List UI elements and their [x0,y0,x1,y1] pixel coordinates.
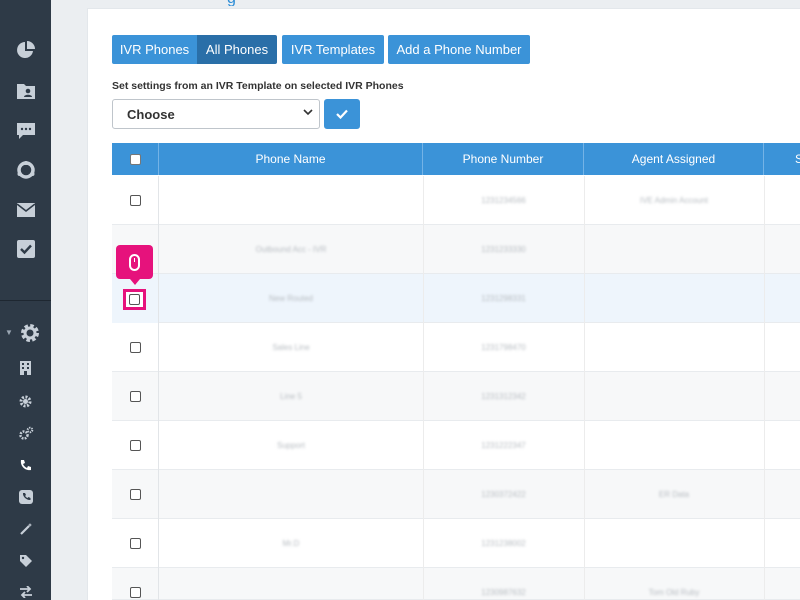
column-divider [764,372,765,421]
cell-phone-name: New Routed [268,294,314,303]
row-checkbox-cell [112,519,159,568]
column-divider [764,568,765,600]
table-row-selected[interactable]: New Routed 1231298331 [112,274,800,323]
column-agent-assigned[interactable]: Agent Assigned [584,143,764,175]
mail-icon[interactable] [0,200,51,220]
cell-agent [584,372,764,421]
magic-wand-icon[interactable] [0,521,51,537]
column-divider [764,519,765,568]
settings-label: Set settings from an IVR Template on sel… [112,80,404,92]
column-divider [764,323,765,372]
row-checkbox-highlighted[interactable] [123,289,146,310]
cell-phone-name: Sales Line [272,343,310,352]
cell-phone-number: 1231798470 [481,343,526,352]
column-s[interactable]: S [764,143,800,175]
row-checkbox-cell [112,470,159,519]
chat-icon[interactable] [0,120,51,142]
table-row[interactable]: Outbound Acc - IVR 1231233330 [112,225,800,274]
cell-phone-number: 1231312342 [481,392,526,401]
cell-agent: ER Data [658,490,690,499]
column-divider [764,274,765,323]
column-phone-number[interactable]: Phone Number [423,143,584,175]
apply-template-button[interactable] [324,99,360,129]
gears-icon[interactable] [0,425,51,443]
row-checkbox-cell [112,421,159,470]
lifebuoy-icon[interactable] [0,158,51,182]
cell-phone-number: 1231233330 [481,245,526,254]
phone-icon[interactable] [0,457,51,473]
row-checkbox-cell [112,568,159,600]
ivr-templates-button[interactable]: IVR Templates [282,35,384,64]
panel-heading-fragment: g [87,0,247,6]
sidebar-divider [0,300,51,301]
cell-phone-name [159,176,423,225]
row-checkbox[interactable] [129,489,141,500]
column-phone-name[interactable]: Phone Name [159,143,423,175]
select-all-cell [112,143,159,175]
cell-phone-name [159,470,423,519]
contacts-folder-icon[interactable] [0,80,51,102]
cell-agent: IVE Admin Account [639,196,709,205]
row-checkbox-cell [112,323,159,372]
column-divider [764,176,765,225]
template-select-value: Choose [127,106,175,122]
check-icon [336,109,348,119]
cell-phone-name: Outbound Acc - IVR [255,245,327,254]
cell-phone-name: Support [276,441,306,450]
tab-ivr-phones[interactable]: IVR Phones [112,35,197,64]
mouse-icon [129,253,140,271]
cell-phone-number: 1231222347 [481,441,526,450]
row-checkbox[interactable] [129,195,141,206]
table-row[interactable]: Sales Line 1231798470 [112,323,800,372]
sidebar: ▼ [0,0,51,600]
gear-icon[interactable] [4,321,55,345]
row-checkbox[interactable] [129,294,140,305]
phone-square-icon[interactable] [0,488,51,506]
small-gear-icon[interactable] [0,393,51,409]
row-checkbox-cell [112,176,159,225]
cell-phone-name: Line 5 [280,392,302,401]
chevron-down-icon [303,108,313,119]
template-select[interactable]: Choose [112,99,320,129]
table-row[interactable]: 1230987632 Tom Old Ruby [112,568,800,600]
cell-agent: Tom Old Ruby [648,588,700,597]
table-row[interactable]: 1230372422 ER Data [112,470,800,519]
cell-phone-number: 1231234566 [481,196,526,205]
row-checkbox[interactable] [129,391,141,402]
row-checkbox[interactable] [129,440,141,451]
column-divider [764,225,765,274]
table-row[interactable]: 1231234566 IVE Admin Account [112,176,800,225]
tag-icon[interactable] [0,553,51,569]
building-icon[interactable] [0,360,51,376]
mouse-click-marker [116,245,153,285]
row-checkbox-cell [112,372,159,421]
table-row[interactable]: Mr.D 1231238002 [112,519,800,568]
transfer-icon[interactable] [0,585,51,599]
add-phone-number-button[interactable]: Add a Phone Number [388,35,530,64]
row-checkbox[interactable] [129,538,141,549]
cell-agent [584,225,764,274]
table-row[interactable]: Line 5 1231312342 [112,372,800,421]
column-divider [764,470,765,519]
cell-phone-number: 1231238002 [481,539,526,548]
cell-agent [584,519,764,568]
column-divider [764,421,765,470]
row-checkbox[interactable] [129,342,141,353]
tab-all-phones[interactable]: All Phones [197,35,277,64]
cell-phone-name [159,568,423,600]
cell-agent [584,421,764,470]
cell-agent [584,274,764,323]
table-row[interactable]: Support 1231222347 [112,421,800,470]
row-checkbox[interactable] [129,587,141,598]
pie-chart-icon[interactable] [0,38,51,62]
cell-phone-name: Mr.D [282,539,300,548]
table-header: Phone Name Phone Number Agent Assigned S [112,143,800,175]
cell-phone-number: 1230372422 [481,490,526,499]
cell-phone-number: 1231298331 [481,294,526,303]
select-all-checkbox[interactable] [129,153,141,165]
checkbox-icon[interactable] [0,238,51,260]
cell-agent [584,323,764,372]
cell-phone-number: 1230987632 [481,588,526,597]
